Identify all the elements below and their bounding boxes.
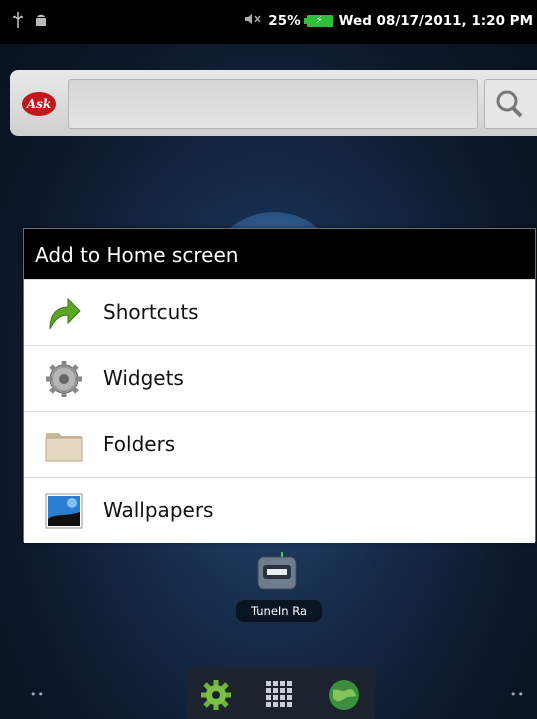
home-screen: 25% ⚡ Wed 08/17/2011, 1:20 PM Ask Add to… (0, 0, 537, 719)
tunein-radio-app-icon[interactable] (256, 551, 298, 591)
dialog-item-label: Widgets (103, 366, 184, 390)
status-left-icons (12, 12, 46, 28)
search-input[interactable] (68, 79, 478, 129)
dialog-item-label: Folders (103, 432, 176, 456)
android-debug-icon (34, 12, 46, 26)
settings-gear-icon[interactable] (199, 678, 233, 712)
ask-logo[interactable]: Ask (22, 92, 56, 116)
search-button[interactable] (484, 79, 537, 129)
dialog-item-shortcuts[interactable]: Shortcuts (24, 279, 535, 345)
page-indicator-right[interactable]: •• (510, 688, 525, 701)
app-drawer-grid-icon[interactable] (263, 678, 297, 712)
dialog-item-folders[interactable]: Folders (24, 411, 535, 477)
status-bar: 25% ⚡ Wed 08/17/2011, 1:20 PM (0, 0, 537, 44)
radio-icon (256, 552, 298, 595)
dialog-item-label: Shortcuts (103, 300, 199, 324)
status-right: 25% ⚡ Wed 08/17/2011, 1:20 PM (244, 13, 533, 29)
wallpaper-icon (44, 491, 84, 531)
page-indicator-left[interactable]: •• (30, 688, 45, 701)
search-icon (485, 90, 537, 132)
dialog-item-wallpapers[interactable]: Wallpapers (24, 477, 535, 543)
battery-charging-icon: ⚡ (303, 15, 333, 27)
dialog-item-widgets[interactable]: Widgets (24, 345, 535, 411)
mute-icon (244, 13, 262, 29)
shortcut-arrow-icon (44, 293, 84, 333)
dialog-title: Add to Home screen (24, 229, 535, 279)
status-datetime: Wed 08/17/2011, 1:20 PM (338, 13, 533, 29)
add-to-home-dialog: Add to Home screen Shortcuts Widgets Fol… (23, 228, 536, 543)
usb-icon (12, 12, 24, 28)
folder-icon (44, 425, 84, 465)
search-widget: Ask (10, 70, 537, 136)
browser-globe-icon[interactable] (327, 678, 361, 712)
battery-percent: 25% (268, 13, 301, 29)
dock (187, 668, 375, 719)
gear-icon (44, 359, 84, 399)
app-label: TuneIn Ra (236, 600, 322, 622)
dialog-item-label: Wallpapers (103, 498, 214, 522)
